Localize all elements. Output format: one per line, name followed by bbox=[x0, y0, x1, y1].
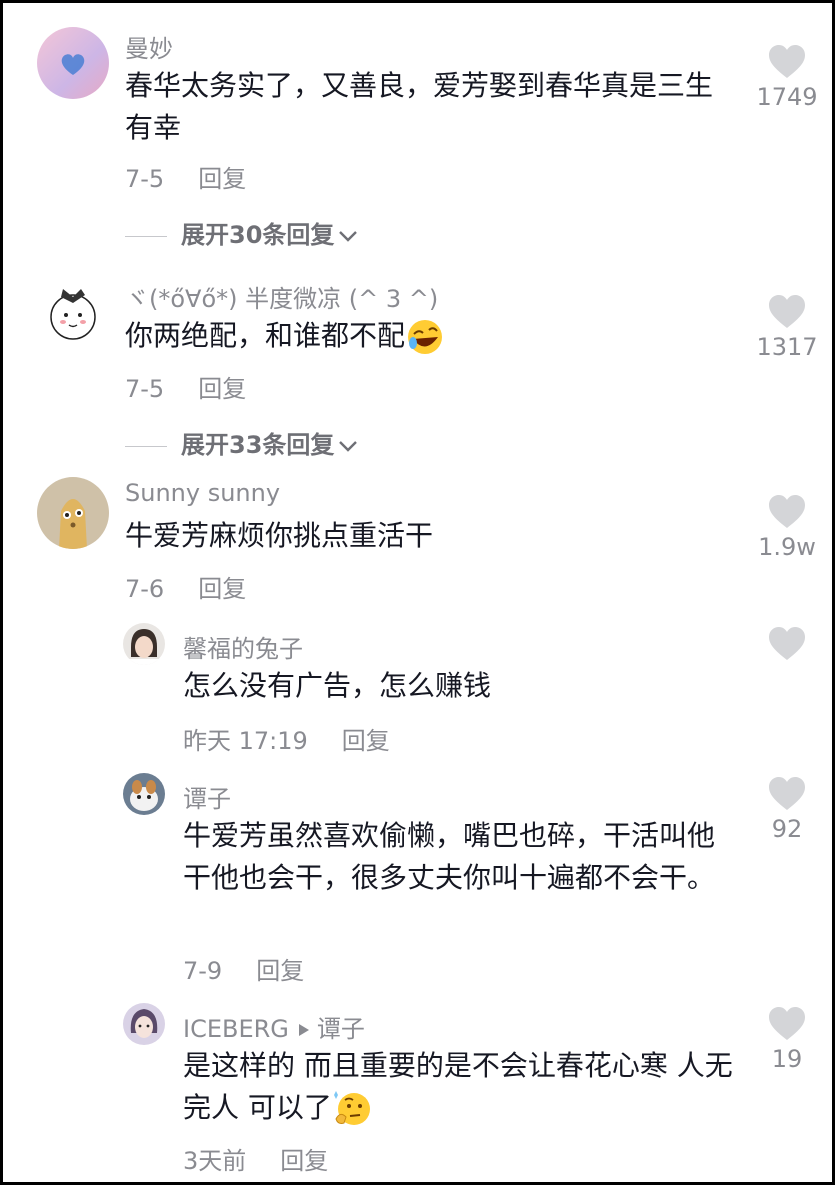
divider bbox=[125, 235, 167, 237]
heart-icon bbox=[769, 627, 805, 660]
comment-meta: 7-6 回复 bbox=[125, 569, 246, 604]
reply-date: 昨天 17:19 bbox=[183, 727, 308, 755]
reply-text: 是这样的 而且重要的是不会让春花心寒 人无完人 可以了 bbox=[183, 1045, 753, 1129]
comment-date: 7-5 bbox=[125, 165, 165, 193]
avatar[interactable] bbox=[37, 477, 109, 549]
expand-replies-button[interactable]: 展开33条回复 bbox=[125, 425, 358, 460]
divider bbox=[125, 445, 167, 447]
chevron-down-icon bbox=[339, 231, 358, 242]
avatar[interactable] bbox=[37, 277, 109, 349]
comment-text: 牛爱芳麻烦你挑点重活干 bbox=[125, 519, 434, 552]
comment-text-content: 你两绝配，和谁都不配 bbox=[125, 319, 406, 352]
reply-button[interactable]: 回复 bbox=[198, 575, 246, 603]
like-button[interactable]: 1.9w bbox=[747, 495, 827, 561]
like-button[interactable] bbox=[747, 627, 827, 661]
expand-label: 展开30条回复 bbox=[181, 221, 335, 249]
username[interactable]: 馨福的兔子 bbox=[183, 629, 303, 664]
rofl-emoji-icon bbox=[408, 320, 443, 354]
chevron-down-icon bbox=[339, 441, 358, 452]
username[interactable]: 谭子 bbox=[183, 779, 231, 814]
reply-header: ICEBERG 谭子 bbox=[183, 1009, 365, 1044]
comment-section: 曼妙 春华太务实了，又善良，爱芳娶到春华真是三生有幸 7-5 回复 1749 展开… bbox=[0, 0, 835, 1185]
username[interactable]: 曼妙 bbox=[125, 29, 173, 64]
like-button[interactable]: 92 bbox=[747, 777, 827, 843]
reply-text: 怎么没有广告，怎么赚钱 bbox=[183, 669, 492, 702]
username[interactable]: ヾ(*ő∀ő*) 半度微凉 (^ 3 ^) bbox=[125, 279, 438, 314]
reply-text-content: 是这样的 而且重要的是不会让春花心寒 人无完人 可以了 bbox=[183, 1049, 733, 1124]
avatar[interactable] bbox=[37, 27, 109, 99]
heart-icon bbox=[769, 45, 805, 78]
comment-meta: 7-5 回复 bbox=[125, 159, 246, 194]
like-count: 19 bbox=[771, 1045, 803, 1073]
comment-text: 你两绝配，和谁都不配 bbox=[125, 315, 735, 357]
reply-button[interactable]: 回复 bbox=[280, 1147, 328, 1175]
like-count: 1749 bbox=[756, 83, 818, 111]
like-count: 1.9w bbox=[758, 533, 816, 561]
avatar[interactable] bbox=[123, 1003, 165, 1045]
reply-button[interactable]: 回复 bbox=[342, 727, 390, 755]
reply-date: 7-9 bbox=[183, 957, 223, 985]
reply-button[interactable]: 回复 bbox=[198, 165, 246, 193]
comment-date: 7-5 bbox=[125, 375, 165, 403]
avatar[interactable] bbox=[123, 773, 165, 815]
heart-icon bbox=[769, 777, 805, 810]
comment-date: 7-6 bbox=[125, 575, 165, 603]
comment-text: 春华太务实了，又善良，爱芳娶到春华真是三生有幸 bbox=[125, 69, 714, 144]
reply-meta: 3天前 回复 bbox=[183, 1141, 328, 1176]
reply-text: 牛爱芳虽然喜欢偷懒，嘴巴也碎，干活叫他干他也会干，很多丈夫你叫十遍都不会干。 bbox=[183, 819, 716, 894]
reply-button[interactable]: 回复 bbox=[256, 957, 304, 985]
reply-button[interactable]: 回复 bbox=[198, 375, 246, 403]
username[interactable]: Sunny sunny bbox=[125, 479, 280, 507]
like-button[interactable]: 19 bbox=[747, 1007, 827, 1073]
thinking-emoji-icon bbox=[333, 1091, 370, 1125]
expand-replies-button[interactable]: 展开30条回复 bbox=[125, 215, 358, 250]
reply-date: 3天前 bbox=[183, 1147, 247, 1175]
avatar[interactable] bbox=[123, 623, 165, 665]
reply-meta: 7-9 回复 bbox=[183, 951, 304, 986]
comment-meta: 7-5 回复 bbox=[125, 369, 246, 404]
like-count: 1317 bbox=[756, 333, 818, 361]
like-button[interactable]: 1317 bbox=[747, 295, 827, 361]
expand-label: 展开33条回复 bbox=[181, 431, 335, 459]
heart-icon bbox=[769, 295, 805, 328]
like-count: 92 bbox=[771, 815, 803, 843]
heart-icon bbox=[769, 1007, 805, 1040]
like-button[interactable]: 1749 bbox=[747, 45, 827, 111]
heart-icon bbox=[769, 495, 805, 528]
reply-arrow-icon bbox=[298, 1024, 309, 1036]
username[interactable]: ICEBERG bbox=[183, 1015, 289, 1043]
reply-to-username[interactable]: 谭子 bbox=[317, 1015, 365, 1043]
reply-meta: 昨天 17:19 回复 bbox=[183, 721, 390, 756]
